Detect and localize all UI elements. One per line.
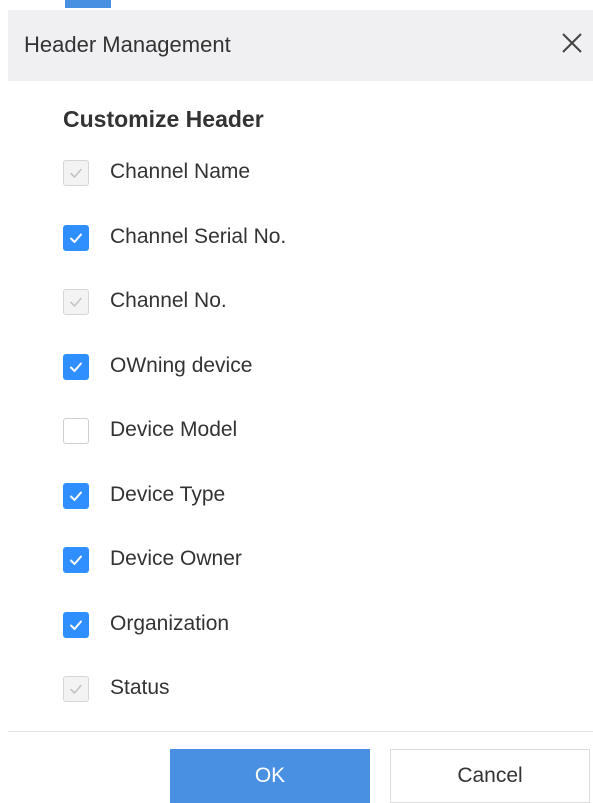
option-device-model[interactable]: Device Model (63, 410, 543, 475)
checkbox-checked (63, 289, 89, 315)
checkbox-checked (63, 676, 89, 702)
header-option-list: Channel Name Channel Serial No. Channel … (63, 152, 543, 733)
option-label: Channel No. (110, 289, 227, 312)
check-icon (70, 297, 82, 307)
checkbox-checked[interactable] (63, 482, 89, 509)
check-icon (70, 362, 82, 372)
checkbox-checked[interactable] (63, 353, 89, 380)
dialog-title: Header Management (24, 32, 231, 57)
option-label: Device Type (110, 482, 226, 506)
ok-button[interactable]: OK (170, 749, 370, 803)
option-label: Channel Serial No. (110, 224, 287, 248)
close-icon (562, 33, 582, 53)
check-icon (70, 233, 82, 243)
option-label: Device Model (110, 418, 238, 441)
option-owning-device[interactable]: OWning device (63, 346, 543, 411)
option-label: Channel Name (110, 160, 251, 183)
header-management-dialog: Header Management Customize Header Chann… (0, 0, 593, 803)
dialog-header: Header Management (8, 10, 593, 81)
option-device-owner[interactable]: Device Owner (63, 539, 543, 604)
check-icon (70, 620, 82, 630)
option-label: OWning device (110, 353, 253, 377)
check-icon (70, 684, 82, 694)
check-icon (70, 168, 82, 178)
option-device-type[interactable]: Device Type (63, 475, 543, 540)
checkbox-checked[interactable] (63, 547, 89, 573)
check-icon (70, 555, 82, 565)
checkbox-checked (63, 160, 89, 186)
checkbox-checked[interactable] (63, 611, 89, 638)
option-label: Status (110, 676, 170, 699)
option-channel-serial-no[interactable]: Channel Serial No. (63, 217, 543, 282)
top-accent-bar (65, 0, 111, 8)
option-channel-no: Channel No. (63, 281, 543, 346)
option-label: Device Owner (110, 547, 242, 570)
checkbox-checked[interactable] (63, 224, 89, 251)
option-organization[interactable]: Organization (63, 604, 543, 669)
option-label: Organization (110, 611, 230, 635)
option-channel-name: Channel Name (63, 152, 543, 217)
footer-divider (8, 731, 593, 732)
checkbox-unchecked[interactable] (63, 418, 89, 444)
close-button[interactable] (557, 28, 587, 58)
check-icon (70, 491, 82, 501)
cancel-button[interactable]: Cancel (390, 749, 590, 803)
option-status: Status (63, 668, 543, 733)
section-title: Customize Header (63, 106, 264, 132)
